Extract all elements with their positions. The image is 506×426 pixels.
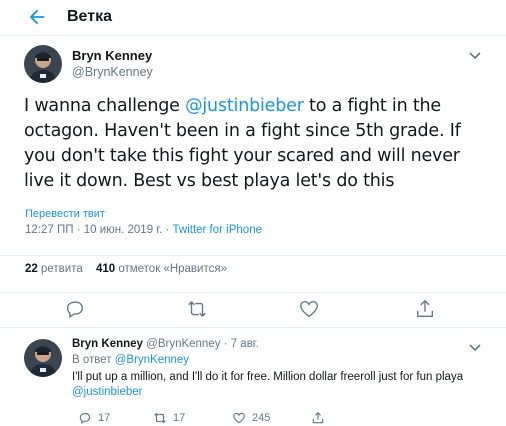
- mention-link[interactable]: @justinbieber: [72, 386, 143, 398]
- avatar[interactable]: [24, 339, 62, 377]
- reply-action-button[interactable]: 17: [78, 411, 110, 425]
- reply-retweets-count: 17: [173, 412, 186, 424]
- reply-to-link[interactable]: @BrynKenney: [115, 354, 189, 366]
- tweet-stats: 22 ретвита 410 отметок «Нравится»: [25, 263, 237, 275]
- heart-icon[interactable]: [298, 298, 320, 320]
- tweet-text: I wanna challenge @justinbieber to a fig…: [24, 94, 482, 194]
- arrow-left-icon[interactable]: [26, 6, 48, 28]
- speech-bubble-icon: [79, 413, 91, 425]
- retweets-count: 22: [25, 263, 38, 275]
- tweet-text-start: I wanna challenge: [24, 96, 186, 116]
- retweet-icon[interactable]: [186, 298, 208, 320]
- avatar-image: [24, 45, 62, 83]
- likes-stat[interactable]: 410 отметок «Нравится»: [96, 263, 227, 275]
- retweets-label: ретвита: [41, 263, 83, 275]
- reply-date[interactable]: 7 авг.: [231, 338, 259, 350]
- date-separator: ·: [220, 338, 231, 350]
- avatar-image: [24, 339, 62, 377]
- share-action-button[interactable]: [311, 411, 331, 425]
- translate-link[interactable]: Перевести твит: [25, 208, 105, 220]
- author-name[interactable]: Bryn Kenney: [72, 48, 152, 63]
- mention-link[interactable]: @justinbieber: [185, 96, 304, 116]
- heart-icon: [233, 412, 245, 424]
- reply-replies-count: 17: [98, 412, 111, 424]
- reply-author-name[interactable]: Bryn Kenney: [72, 338, 143, 350]
- author-handle[interactable]: @BrynKenney: [72, 65, 153, 79]
- page-title: Ветка: [67, 8, 112, 25]
- reply-to-label: В ответ: [72, 354, 115, 366]
- like-action-button[interactable]: 245: [232, 411, 270, 425]
- chevron-down-icon[interactable]: [468, 50, 482, 60]
- reply-text-body: I'll put up a million, and I'll do it fo…: [72, 371, 464, 383]
- chevron-down-icon[interactable]: [468, 342, 482, 352]
- main-tweet: Bryn Kenney @BrynKenney I wanna challeng…: [0, 36, 506, 328]
- retweets-stat[interactable]: 22 ретвита: [25, 263, 83, 275]
- avatar[interactable]: [24, 45, 62, 83]
- retweet-icon: [154, 412, 166, 424]
- tweet-timestamp[interactable]: 12:27 ПП · 10 июн. 2019 г.: [25, 224, 162, 236]
- meta-separator: ·: [162, 224, 173, 236]
- reply-tweet[interactable]: Bryn Kenney @BrynKenney · 7 авг. В ответ…: [0, 328, 506, 426]
- divider: [0, 255, 506, 256]
- thread-header: Ветка: [0, 0, 506, 36]
- likes-label: отметок «Нравится»: [118, 263, 227, 275]
- speech-bubble-icon[interactable]: [64, 298, 86, 320]
- share-icon[interactable]: [414, 298, 436, 320]
- likes-count: 410: [95, 263, 116, 275]
- tweet-meta: 12:27 ПП · 10 июн. 2019 г. · Twitter for…: [25, 224, 262, 236]
- divider: [0, 292, 506, 293]
- reply-text: I'll put up a million, and I'll do it fo…: [72, 370, 482, 400]
- reply-author-handle[interactable]: @BrynKenney: [146, 338, 220, 350]
- tweet-source[interactable]: Twitter for iPhone: [173, 224, 262, 236]
- reply-likes-count: 245: [252, 412, 271, 424]
- share-icon: [312, 411, 324, 424]
- reply-header: Bryn Kenney @BrynKenney · 7 авг.: [72, 338, 259, 350]
- retweet-action-button[interactable]: 17: [153, 411, 185, 425]
- reply-to-line: В ответ @BrynKenney: [72, 354, 189, 366]
